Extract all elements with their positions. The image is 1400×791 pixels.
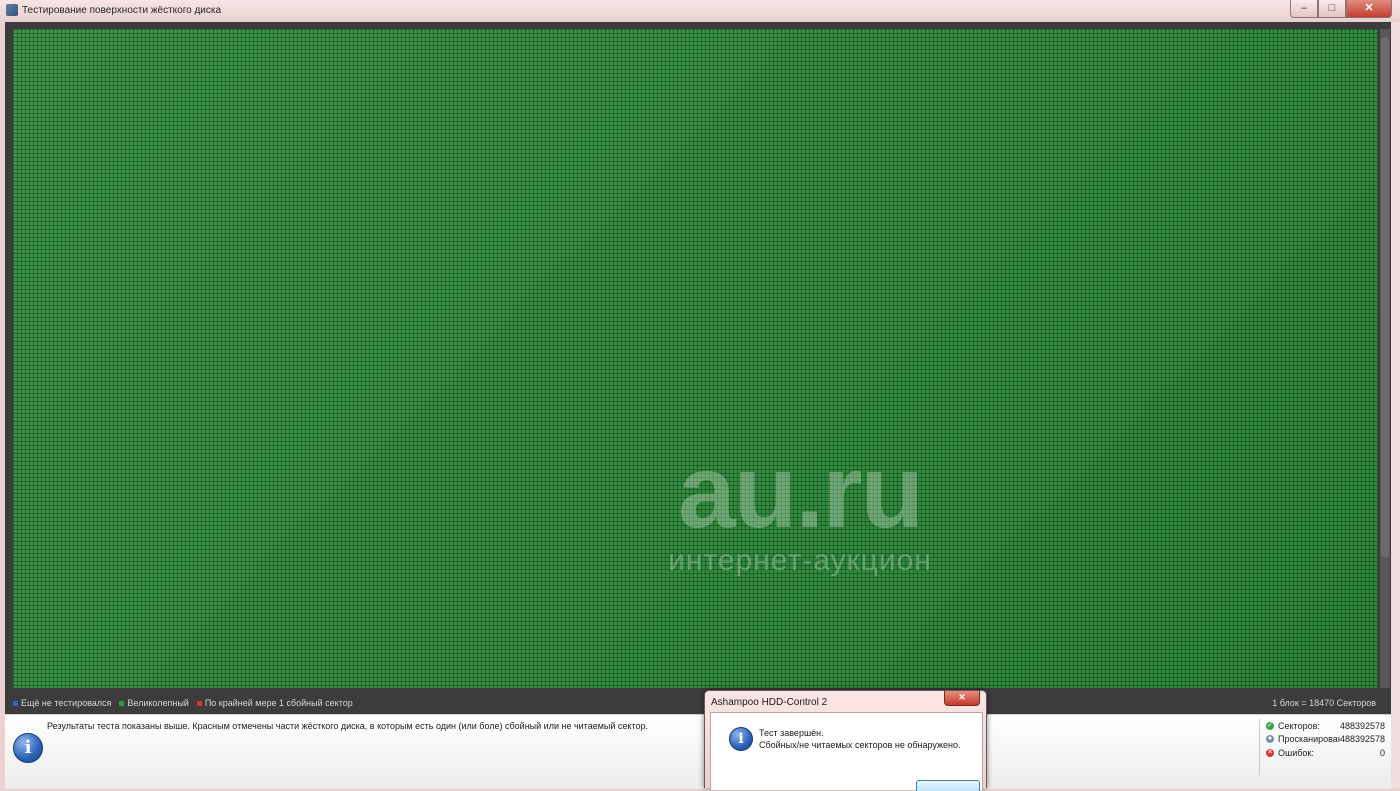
legend-item-excellent: Великолепный — [119, 698, 189, 708]
legend-item-untested: Ещё не тестировался — [13, 698, 111, 708]
dialog-message-title: Тест завершён. — [759, 728, 824, 738]
info-icon: i — [13, 733, 43, 763]
stat-row-errors: ✕ Ошибок: 0 — [1266, 746, 1385, 760]
legend-color-untested — [13, 700, 18, 706]
surface-test-window: Тестирование поверхности жёсткого диска … — [0, 0, 1400, 789]
legend-color-bad — [196, 700, 202, 706]
result-message: Результаты теста показаны выше. Красным … — [47, 721, 648, 731]
dialog-ok-button[interactable] — [916, 780, 980, 791]
legend-label: Великолепный — [127, 698, 189, 708]
vertical-scrollbar[interactable] — [1380, 29, 1390, 688]
stat-row-scanned: ● Просканирован: 488392578 — [1266, 733, 1385, 747]
stat-value: 488392578 — [1339, 734, 1385, 745]
block-size-info: 1 блок = 18470 Секторов — [1272, 698, 1376, 708]
error-icon: ✕ — [1266, 748, 1274, 757]
scrollbar-thumb[interactable] — [1381, 37, 1389, 557]
dialog-close-button[interactable]: ✕ — [944, 691, 980, 706]
stat-value: 488392578 — [1339, 720, 1385, 731]
magnifier-icon: ● — [1266, 735, 1274, 744]
window-controls: – □ ✕ — [1290, 0, 1392, 20]
stat-row-sectors: ✓ Секторов: 488392578 — [1266, 719, 1385, 733]
legend-item-bad: По крайней мере 1 сбойный сектор — [196, 698, 353, 708]
dialog-title[interactable]: Ashampoo HDD-Control 2 — [711, 697, 827, 708]
close-button[interactable]: ✕ — [1346, 0, 1392, 18]
stats-panel: ✓ Секторов: 488392578 ● Просканирован: 4… — [1259, 719, 1385, 775]
maximize-button[interactable]: □ — [1318, 0, 1346, 18]
watermark-subtitle: интернет-аукцион — [668, 544, 932, 577]
check-circle-icon: ✓ — [1266, 721, 1274, 730]
window-title: Тестирование поверхности жёсткого диска — [22, 5, 222, 16]
legend-bar: Ещё не тестировался Великолепный По край… — [13, 696, 1378, 710]
stat-label: Просканирован: — [1278, 734, 1340, 745]
window-titlebar[interactable]: Тестирование поверхности жёсткого диска … — [0, 0, 1400, 22]
info-icon: i — [729, 727, 753, 751]
legend-label: По крайней мере 1 сбойный сектор — [204, 698, 353, 708]
watermark-logo: au.ru — [677, 434, 924, 550]
legend-color-excellent — [119, 700, 125, 706]
info-panel: i Результаты теста показаны выше. Красны… — [5, 714, 1391, 789]
dialog-message-detail: Сбойных/не читаемых секторов не обнаруже… — [759, 740, 961, 750]
stat-value: 0 — [1379, 747, 1385, 758]
dialog-body: i Тест завершён. Сбойных/не читаемых сек… — [710, 712, 983, 791]
app-icon — [6, 4, 18, 16]
stat-label: Ошибок: — [1278, 747, 1314, 758]
stat-label: Секторов: — [1278, 720, 1320, 731]
completion-dialog: Ashampoo HDD-Control 2 ✕ i Тест завершён… — [704, 690, 987, 791]
watermark: au.ru интернет-аукцион — [630, 440, 970, 590]
legend-label: Ещё не тестировался — [21, 698, 112, 708]
minimize-button[interactable]: – — [1290, 0, 1318, 18]
